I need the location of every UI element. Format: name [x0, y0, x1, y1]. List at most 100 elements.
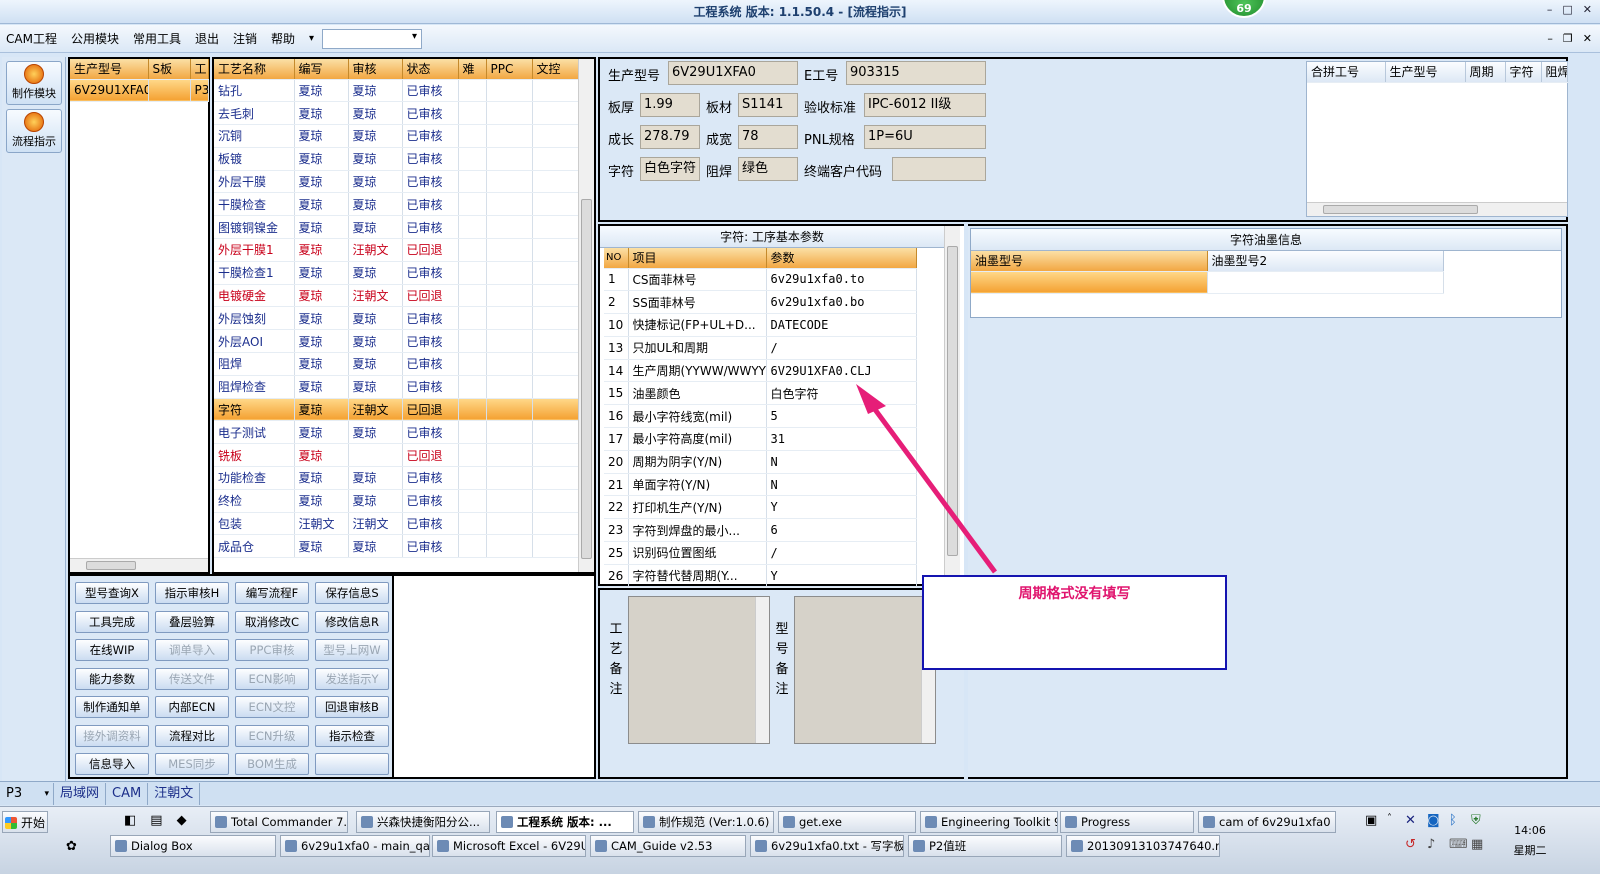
- customer-field[interactable]: [892, 157, 986, 181]
- param-value-cell[interactable]: /: [766, 541, 917, 565]
- param-value-cell[interactable]: 6v29u1xfa0.bo: [766, 290, 917, 315]
- table-row[interactable]: 14 生产周期(YYWW/WWYY) 6V29U1XFA0.CLJ: [604, 359, 917, 383]
- table-row[interactable]: 10 快捷标记(FP+UL+D... DATECODE: [604, 313, 917, 337]
- function-button[interactable]: 回退审核B: [315, 696, 389, 718]
- bluetooth-icon[interactable]: ᛒ: [1449, 813, 1457, 828]
- param-value-cell[interactable]: 6: [766, 518, 917, 543]
- col-header[interactable]: 项目: [628, 248, 767, 269]
- col-header[interactable]: 工: [190, 59, 209, 80]
- function-button[interactable]: 叠层验算: [155, 610, 229, 633]
- e-no-field[interactable]: 903315: [846, 61, 986, 85]
- param-value-cell[interactable]: 6V29U1XFA0.CLJ: [766, 359, 917, 383]
- col-header[interactable]: 状态: [402, 59, 459, 80]
- function-button[interactable]: 传送文件: [155, 667, 229, 690]
- tray-icon[interactable]: ↺: [1405, 837, 1416, 852]
- length-field[interactable]: 278.79: [640, 125, 700, 149]
- table-row[interactable]: 外层干膜1 夏琼 汪朝文 已回退: [214, 238, 579, 262]
- param-value-cell[interactable]: N: [766, 450, 917, 474]
- table-row[interactable]: 外层蚀刻 夏琼 夏琼 已审核: [214, 306, 579, 331]
- ink-cell[interactable]: [971, 271, 1208, 295]
- col-header[interactable]: 审核: [348, 59, 403, 80]
- table-row[interactable]: 23 字符到焊盘的最小... 6: [604, 518, 917, 543]
- table-row[interactable]: 字符 夏琼 汪朝文 已回退: [214, 398, 579, 422]
- table-row[interactable]: 干膜检查1 夏琼 夏琼 已审核: [214, 261, 579, 285]
- quicklaunch-icon[interactable]: ◧: [124, 813, 136, 828]
- table-row[interactable]: 终检 夏琼 夏琼 已审核: [214, 489, 579, 513]
- col-header[interactable]: 文控: [532, 59, 579, 80]
- taskbar-item[interactable]: 20130913103747640.rtf...: [1066, 835, 1220, 857]
- v-scrollbar[interactable]: [578, 59, 594, 572]
- table-row[interactable]: 阻焊 夏琼 夏琼 已审核: [214, 352, 579, 376]
- table-row[interactable]: 钻孔 夏琼 夏琼 已审核: [214, 79, 579, 103]
- function-button[interactable]: ECN影响: [235, 667, 309, 690]
- table-row[interactable]: 16 最小字符线宽(mil) 5: [604, 404, 917, 429]
- table-row[interactable]: 干膜检查 夏琼 夏琼 已审核: [214, 192, 579, 217]
- process-notes-field[interactable]: [628, 596, 770, 744]
- col-header[interactable]: 周期: [1465, 62, 1506, 83]
- model-field[interactable]: 6V29U1XFA0: [668, 61, 798, 85]
- function-button[interactable]: 调单导入: [155, 639, 229, 661]
- quicklaunch-icon[interactable]: ▤: [150, 813, 162, 828]
- col-header[interactable]: 字符: [1505, 62, 1542, 83]
- param-value-cell[interactable]: Y: [766, 564, 917, 588]
- function-button[interactable]: 型号上网W: [315, 639, 389, 661]
- taskbar-item[interactable]: 制作规范 (Ver:1.0.6): [638, 811, 774, 833]
- scroll-thumb[interactable]: [1323, 205, 1478, 214]
- maximize-icon[interactable]: □: [1562, 3, 1572, 16]
- status-tab-lan[interactable]: 局域网: [54, 782, 107, 805]
- mask-field[interactable]: 绿色: [738, 157, 798, 181]
- function-button[interactable]: ECN升级: [235, 724, 309, 747]
- col-header[interactable]: 阻焊: [1541, 62, 1568, 83]
- taskbar-item[interactable]: 6v29u1xfa0 - main_qa: [280, 835, 430, 857]
- table-row[interactable]: 电子测试 夏琼 夏琼 已审核: [214, 420, 579, 445]
- table-row[interactable]: 25 识别码位置图纸 /: [604, 541, 917, 565]
- table-row[interactable]: 21 单面字符(Y/N) N: [604, 473, 917, 497]
- standard-field[interactable]: IPC-6012 II级: [864, 93, 986, 117]
- table-row[interactable]: 阻焊检查 夏琼 夏琼 已审核: [214, 375, 579, 399]
- menu-exit[interactable]: 退出: [195, 30, 219, 47]
- col-header[interactable]: NO: [604, 248, 629, 269]
- table-row[interactable]: 去毛刺 夏琼 夏琼 已审核: [214, 101, 579, 126]
- taskbar-item[interactable]: Engineering Toolkit 9...: [920, 811, 1058, 833]
- plant-select[interactable]: P3 ▾: [0, 782, 54, 805]
- tray-icon[interactable]: ✕: [1405, 813, 1416, 828]
- taskbar-item[interactable]: 工程系统 版本: ...: [496, 811, 634, 833]
- table-row[interactable]: 2 SS面菲林号 6v29u1xfa0.bo: [604, 290, 917, 315]
- make-module-button[interactable]: 制作模块: [6, 61, 62, 105]
- table-row[interactable]: 图镀铜镍金 夏琼 夏琼 已审核: [214, 215, 579, 240]
- network-icon[interactable]: ▦: [1471, 837, 1483, 852]
- start-button[interactable]: 开始: [2, 811, 48, 833]
- function-button[interactable]: PPC审核: [235, 639, 309, 661]
- param-value-cell[interactable]: 6v29u1xfa0.to: [766, 268, 917, 292]
- tray-icon[interactable]: ▣: [1365, 813, 1377, 828]
- function-button[interactable]: 信息导入: [75, 753, 149, 775]
- param-value-cell[interactable]: 白色字符: [766, 381, 917, 406]
- function-button[interactable]: 编写流程F: [235, 582, 309, 604]
- v-scrollbar[interactable]: [944, 226, 960, 582]
- scroll-thumb[interactable]: [86, 561, 136, 570]
- quicklaunch-icon[interactable]: ◆: [177, 813, 187, 828]
- param-value-cell[interactable]: /: [766, 336, 917, 360]
- param-value-cell[interactable]: Y: [766, 495, 917, 520]
- function-button[interactable]: 指示审核H: [155, 582, 229, 604]
- function-button[interactable]: 工具完成: [75, 610, 149, 633]
- table-row[interactable]: 包装 汪朝文 汪朝文 已审核: [214, 512, 579, 536]
- menu-cam[interactable]: CAM工程: [6, 30, 57, 47]
- taskbar-item[interactable]: get.exe: [778, 811, 916, 833]
- col-header[interactable]: 编写: [294, 59, 349, 80]
- ink-cell[interactable]: [1207, 271, 1444, 295]
- col-header[interactable]: 参数: [766, 248, 917, 269]
- function-button[interactable]: 内部ECN: [155, 696, 229, 718]
- table-row[interactable]: 17 最小字符高度(mil) 31: [604, 427, 917, 451]
- flow-indicate-button[interactable]: 流程指示: [6, 109, 62, 153]
- col-header[interactable]: 合拼工号: [1307, 62, 1386, 83]
- table-row[interactable]: 功能检查 夏琼 夏琼 已审核: [214, 466, 579, 490]
- table-row[interactable]: 外层干膜 夏琼 夏琼 已审核: [214, 170, 579, 194]
- menu-overflow-icon[interactable]: ▾: [309, 33, 314, 44]
- minimize-icon[interactable]: –: [1547, 3, 1553, 16]
- function-button[interactable]: 能力参数: [75, 667, 149, 690]
- chevron-up-icon[interactable]: ˄: [1387, 813, 1392, 824]
- col-header[interactable]: S板: [148, 59, 191, 80]
- taskbar-item[interactable]: P2值班: [908, 835, 1062, 857]
- table-row[interactable]: 铣板 夏琼 已回退: [214, 443, 579, 468]
